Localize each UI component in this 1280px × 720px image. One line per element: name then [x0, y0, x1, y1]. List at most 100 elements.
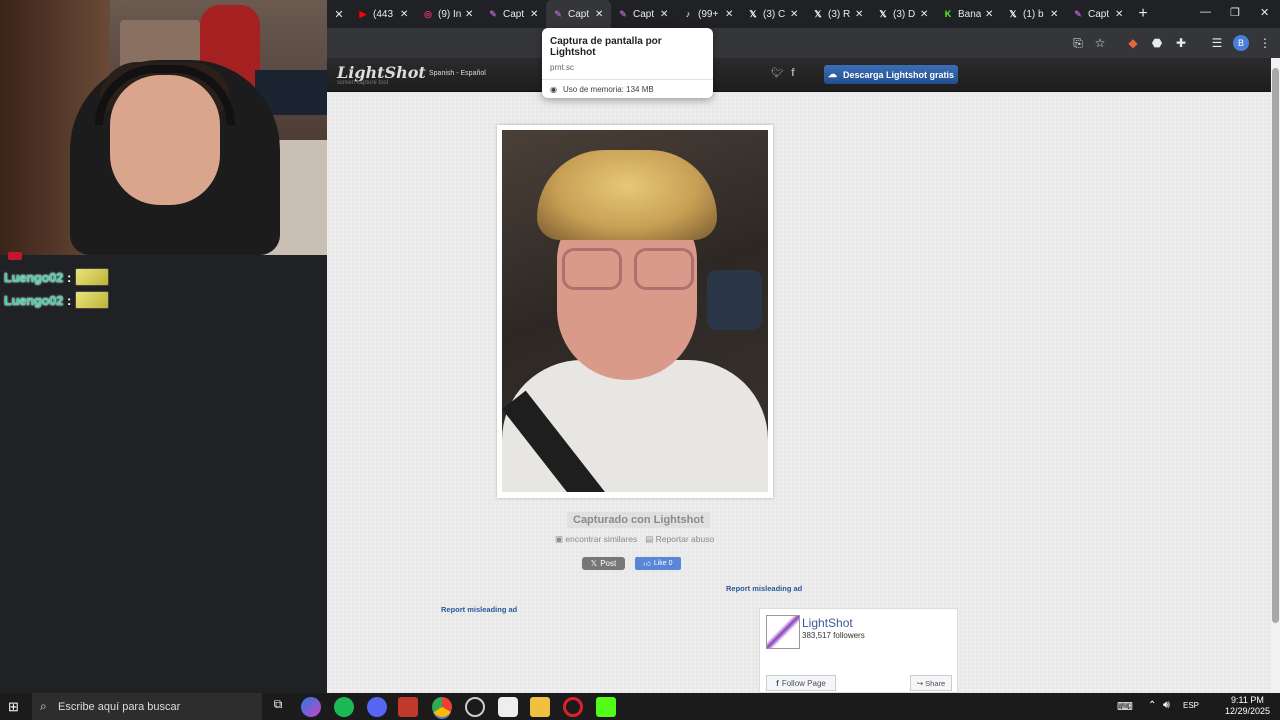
find-similar-link[interactable]: ▣ encontrar similares [555, 534, 637, 545]
follow-page-button[interactable]: f Follow Page [766, 675, 836, 691]
tab-title: (3) C [763, 8, 786, 20]
tab-close-icon[interactable]: ✕ [725, 9, 735, 20]
report-ad-link[interactable]: Report misleading ad [726, 584, 802, 593]
report-abuse-link[interactable]: ▤ Reportar abuso [645, 534, 714, 545]
tab-9[interactable]: K Bana ✕ [936, 0, 1001, 28]
copilot-icon[interactable] [301, 697, 321, 717]
tab-title: (3) R [828, 8, 851, 20]
tab-2[interactable]: ✎ Capt ✕ [481, 0, 546, 28]
captured-caption: Capturado con Lightshot [567, 512, 710, 528]
opera-gx-icon[interactable] [563, 697, 583, 717]
download-cloud-icon: ☁ [827, 69, 837, 79]
memory-chip-icon: ◉ [550, 85, 557, 94]
tab-0[interactable]: ▶ (443 ✕ [351, 0, 416, 28]
spotify-icon[interactable] [334, 697, 354, 717]
lightshot-feather-icon: ✎ [489, 8, 497, 19]
facebook-icon[interactable]: f [791, 67, 795, 79]
tab-close-icon[interactable]: ✕ [327, 8, 351, 21]
tab-title: Capt [568, 8, 590, 20]
tab-close-icon[interactable]: ✕ [400, 9, 410, 20]
input-language[interactable]: ESP [1183, 701, 1199, 710]
chrome-icon[interactable] [432, 697, 452, 717]
instagram-icon: ◎ [424, 8, 432, 19]
extension-fox-icon[interactable]: ◆ [1125, 35, 1141, 51]
share-button[interactable]: ↪ Share [910, 675, 952, 691]
obs-icon[interactable] [465, 697, 485, 717]
flag-icon: ▤ [645, 534, 656, 544]
download-button[interactable]: ☁ Descarga Lightshot gratis [824, 65, 958, 84]
tab-close-icon[interactable]: ✕ [530, 9, 540, 20]
taskbar-search-box[interactable]: ⌕ Escribe aquí para buscar [32, 693, 262, 720]
tab-close-icon[interactable]: ✕ [660, 9, 670, 20]
search-icon: ⌕ [40, 699, 47, 713]
lightshot-page-avatar[interactable] [766, 615, 800, 649]
discord-icon[interactable] [367, 697, 387, 717]
twitter-icon[interactable]: 🐦︎ [771, 68, 784, 79]
lightshot-feather-icon: ✎ [554, 8, 562, 19]
chat-badge-icon [8, 252, 22, 260]
new-tab-button[interactable]: + [1131, 5, 1155, 23]
tab-close-icon[interactable]: ✕ [465, 9, 475, 20]
tab-7[interactable]: 𝕏 (3) R ✕ [806, 0, 871, 28]
tab-title: Capt [633, 8, 655, 20]
fb-page-name[interactable]: LightShot [802, 616, 853, 630]
task-view-icon[interactable]: ⧉ [268, 697, 288, 717]
browser-tab-strip: ✕ ▶ (443 ✕ ◎ (9) In ✕ ✎ Capt ✕ ✎ Capt ✕ ✎ Capt ✕ ♪ (99+ ✕… [327, 0, 1280, 28]
tab-title: (1) b [1023, 8, 1044, 20]
logo-subtitle: screen capture tool [337, 80, 389, 86]
tab-3[interactable]: ✎ Capt ✕ [546, 0, 611, 28]
chat-emote-icon [75, 291, 110, 309]
tab-close-icon[interactable]: ✕ [920, 9, 930, 20]
tab-4[interactable]: ✎ Capt ✕ [611, 0, 676, 28]
tab-close-icon[interactable]: ✕ [1115, 9, 1125, 20]
tab-5[interactable]: ♪ (99+ ✕ [676, 0, 741, 28]
kick-icon[interactable] [596, 697, 616, 717]
extensions-puzzle-icon[interactable]: ✚ [1173, 35, 1189, 51]
chat-message: Luengo02 : [4, 289, 110, 311]
kick-icon: K [944, 9, 952, 19]
language-selector[interactable]: Spanish - Español [429, 70, 486, 77]
x-icon: 𝕏 [879, 8, 887, 19]
tab-close-icon[interactable]: ✕ [855, 9, 865, 20]
report-ad-link[interactable]: Report misleading ad [441, 605, 517, 614]
close-window-icon[interactable]: ✕ [1260, 6, 1269, 19]
profile-avatar[interactable]: B [1233, 35, 1249, 51]
file-explorer-icon[interactable] [530, 697, 550, 717]
tab-close-icon[interactable]: ✕ [985, 9, 995, 20]
x-post-button[interactable]: 𝕏 Post [582, 557, 625, 570]
tab-title: Capt [1088, 8, 1110, 20]
tab-title: (443 [373, 8, 394, 20]
windows-start-icon[interactable]: ⊞ [8, 699, 24, 715]
tab-close-icon[interactable]: ✕ [790, 9, 800, 20]
tooltip-memory: ◉ Uso de memoria: 134 MB [550, 85, 654, 94]
keyboard-icon[interactable]: ⌨ [1117, 700, 1133, 713]
capcut-icon[interactable] [498, 697, 518, 717]
tab-8[interactable]: 𝕏 (3) D ✕ [871, 0, 936, 28]
camera-icon: ▣ [555, 534, 566, 544]
minimize-icon[interactable]: — [1200, 6, 1211, 18]
bookmark-star-icon[interactable]: ☆ [1092, 35, 1108, 51]
tooltip-title: Captura de pantalla por Lightshot [550, 36, 662, 58]
tab-close-icon[interactable]: ✕ [595, 9, 605, 20]
tab-close-icon[interactable]: ✕ [1050, 9, 1060, 20]
scrollbar-thumb[interactable] [1272, 68, 1279, 623]
install-app-icon[interactable]: ⎘ [1070, 35, 1086, 51]
tab-11[interactable]: ✎ Capt ✕ [1066, 0, 1131, 28]
video-editor-icon[interactable] [398, 697, 418, 717]
tooltip-domain: prnt.sc [550, 63, 575, 72]
tab-6[interactable]: 𝕏 (3) C ✕ [741, 0, 806, 28]
clock[interactable]: 9:11 PM 12/29/2025 [1225, 695, 1270, 717]
tab-1[interactable]: ◎ (9) In ✕ [416, 0, 481, 28]
restore-icon[interactable]: ❐ [1230, 6, 1240, 19]
menu-kebab-icon[interactable]: ⋮ [1257, 35, 1273, 51]
extension-icon[interactable]: ⬣ [1149, 35, 1165, 51]
tab-search-icon[interactable]: ☰ [1209, 35, 1225, 51]
screenshot-image[interactable] [502, 130, 768, 492]
x-icon: 𝕏 [749, 8, 757, 19]
volume-icon[interactable]: 🔊︎ [1163, 699, 1170, 712]
tab-10[interactable]: 𝕏 (1) b ✕ [1001, 0, 1066, 28]
tiktok-icon: ♪ [685, 9, 691, 19]
tray-chevron-icon[interactable]: ⌃ [1148, 700, 1156, 711]
facebook-like-button[interactable]: 👍︎ Like 0 [635, 557, 681, 570]
lightshot-feather-icon: ✎ [1074, 8, 1082, 19]
